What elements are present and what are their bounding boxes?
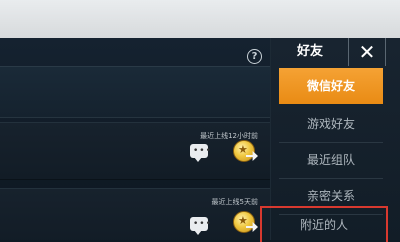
sidebar-title: 好友	[296, 44, 323, 59]
gold-coin-send-icon[interactable]: ★	[233, 211, 258, 233]
tab-wechat-friends[interactable]: 微信好友	[279, 68, 383, 104]
friend-list-top-row[interactable]	[0, 66, 270, 118]
chat-bubble-icon[interactable]: •••	[190, 144, 211, 162]
last-online-text: 最近上线12小时前	[200, 132, 258, 140]
friend-list-panel: ? 最近上线12小时前 ••• ★ 最近上线5天前 ••• ★	[0, 38, 271, 240]
gold-coin-send-icon[interactable]: ★	[233, 140, 258, 162]
tab-nearby-people[interactable]: 附近的人	[260, 206, 388, 242]
friend-row-1[interactable]: 最近上线12小时前 ••• ★	[0, 122, 270, 180]
chat-bubble-icon[interactable]: •••	[190, 217, 211, 235]
help-icon[interactable]: ?	[247, 49, 262, 64]
friends-sidebar: 好友 ✕ 微信好友 游戏好友 最近组队 亲密关系 附近的人	[260, 38, 400, 242]
close-icon[interactable]: ✕	[348, 38, 386, 66]
last-online-text: 最近上线5天前	[211, 198, 258, 206]
top-blank-strip	[0, 0, 400, 38]
tab-recent-teams[interactable]: 最近组队	[279, 142, 383, 179]
tab-game-friends[interactable]: 游戏好友	[279, 106, 383, 143]
friend-row-2[interactable]: 最近上线5天前 ••• ★	[0, 188, 270, 240]
